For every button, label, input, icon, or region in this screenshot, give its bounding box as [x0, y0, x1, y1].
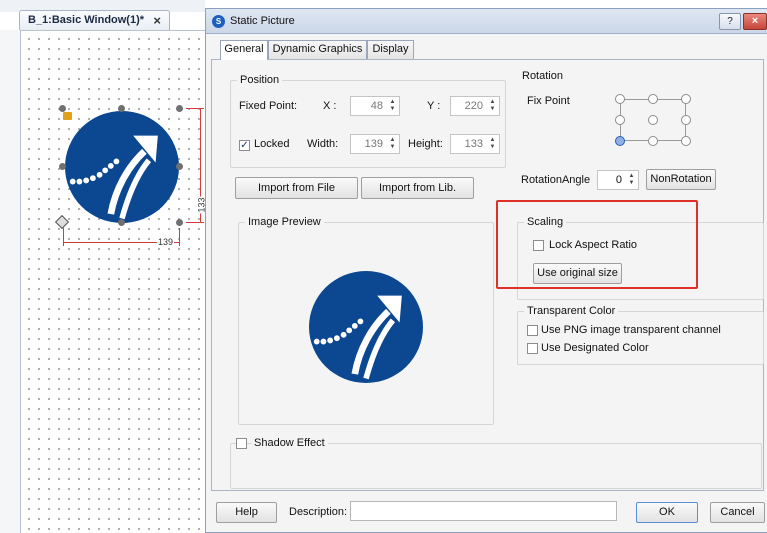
- spin-arrows-icon[interactable]: ▲ ▼: [488, 137, 497, 151]
- rotation-angle-value: 0: [615, 174, 622, 186]
- lock-icon: [63, 112, 72, 120]
- fix-point-label: Fix Point: [527, 95, 570, 107]
- resize-handle-n[interactable]: [118, 105, 125, 112]
- shadow-effect-group: Shadow Effect: [230, 437, 762, 489]
- image-preview-title: Image Preview: [245, 216, 324, 228]
- width-value: 139: [364, 138, 383, 150]
- tab-dynamic-graphics[interactable]: Dynamic Graphics: [268, 40, 367, 59]
- editor-tab-label: B_1:Basic Window(1)*: [28, 14, 145, 26]
- dialog-title: Static Picture: [230, 15, 295, 27]
- spin-arrows-icon[interactable]: ▲ ▼: [488, 99, 497, 113]
- height-dimension-tick-bottom: [186, 222, 204, 223]
- description-input[interactable]: [350, 501, 617, 521]
- rotation-group-title: Rotation: [519, 70, 566, 82]
- tab-display[interactable]: Display: [367, 40, 414, 59]
- rotation-angle-input[interactable]: 0 ▲ ▼: [597, 170, 639, 190]
- spin-arrows-icon[interactable]: ▲ ▼: [388, 99, 397, 113]
- fix-point-w[interactable]: [615, 115, 625, 125]
- resize-handle-se[interactable]: [176, 219, 183, 226]
- fixed-point-label: Fixed Point:: [239, 100, 298, 112]
- tab-general[interactable]: General: [220, 40, 268, 60]
- width-dimension-tick-left: [63, 228, 64, 246]
- fix-point-n[interactable]: [648, 94, 658, 104]
- general-tab-panel: Position Fixed Point: X : 48 ▲ ▼ Y : 220 …: [211, 59, 764, 491]
- transparent-color-title: Transparent Color: [524, 305, 619, 317]
- logo-arrow-icon: [69, 135, 158, 220]
- x-value: 48: [370, 100, 383, 112]
- fix-point-center[interactable]: [648, 115, 658, 125]
- shadow-effect-checkbox[interactable]: [236, 438, 247, 449]
- close-title-button[interactable]: ×: [743, 13, 767, 30]
- editor-area: B_1:Basic Window(1)* × 139 133: [0, 0, 207, 533]
- width-dimension-tick-right: [179, 228, 180, 246]
- position-group-title: Position: [237, 74, 283, 86]
- fix-point-sw-selected[interactable]: [615, 136, 625, 146]
- editor-ruler: [0, 30, 20, 533]
- description-label: Description:: [289, 506, 348, 518]
- rotation-group: Rotation Fix Point RotationAngle 0 ▲ ▼ No…: [515, 70, 759, 194]
- height-label: Height:: [408, 138, 443, 150]
- width-input[interactable]: 139 ▲ ▼: [350, 134, 400, 154]
- resize-handle-w[interactable]: [59, 163, 66, 170]
- help-button[interactable]: Help: [216, 502, 277, 523]
- logo-arrow-icon: [313, 295, 402, 380]
- fix-point-se[interactable]: [681, 136, 691, 146]
- lock-aspect-ratio-label: Lock Aspect Ratio: [549, 239, 638, 251]
- image-preview-group: Image Preview: [238, 216, 494, 425]
- locked-label: Locked: [254, 138, 290, 150]
- use-original-size-button[interactable]: Use original size: [533, 263, 622, 284]
- dialog-titlebar[interactable]: S Static Picture ? ×: [206, 9, 767, 34]
- fix-point-nw[interactable]: [615, 94, 625, 104]
- import-from-lib-button[interactable]: Import from Lib.: [361, 177, 474, 199]
- png-channel-checkbox[interactable]: [527, 325, 538, 336]
- resize-handle-s[interactable]: [118, 219, 125, 226]
- height-value: 133: [464, 138, 483, 150]
- cancel-button[interactable]: Cancel: [710, 502, 765, 523]
- x-input[interactable]: 48 ▲ ▼: [350, 96, 400, 116]
- y-input[interactable]: 220 ▲ ▼: [450, 96, 500, 116]
- width-dimension-label: 139: [157, 237, 175, 247]
- static-picture-dialog: S Static Picture ? × General Dynamic Gra…: [205, 8, 767, 533]
- fix-point-s[interactable]: [648, 136, 658, 146]
- fix-point-e[interactable]: [681, 115, 691, 125]
- position-group: Position Fixed Point: X : 48 ▲ ▼ Y : 220 …: [230, 74, 506, 168]
- designated-color-checkbox[interactable]: [527, 343, 538, 354]
- y-value: 220: [464, 100, 483, 112]
- nonrotation-button[interactable]: NonRotation: [646, 169, 716, 190]
- scaling-group-title: Scaling: [524, 216, 567, 228]
- fix-point-grid[interactable]: [611, 94, 693, 156]
- spin-arrows-icon[interactable]: ▲ ▼: [388, 137, 397, 151]
- shadow-effect-label: Shadow Effect: [251, 437, 328, 449]
- y-label: Y :: [427, 100, 441, 112]
- help-title-button[interactable]: ?: [719, 13, 741, 30]
- editor-logo-image[interactable]: [65, 111, 179, 223]
- scaling-group: Scaling Lock Aspect Ratio Use original s…: [517, 216, 764, 300]
- editor-window-tab[interactable]: B_1:Basic Window(1)* ×: [19, 10, 170, 30]
- close-icon[interactable]: ×: [153, 13, 161, 28]
- lock-aspect-ratio-checkbox[interactable]: [533, 240, 544, 251]
- spin-arrows-icon[interactable]: ▲ ▼: [627, 173, 636, 187]
- x-label: X :: [323, 100, 337, 112]
- transparent-color-group: Transparent Color Use PNG image transpar…: [517, 305, 764, 365]
- height-input[interactable]: 133 ▲ ▼: [450, 134, 500, 154]
- ok-button[interactable]: OK: [636, 502, 698, 523]
- resize-handle-ne[interactable]: [176, 105, 183, 112]
- width-label: Width:: [307, 138, 339, 150]
- app-icon: S: [212, 15, 225, 28]
- png-channel-label: Use PNG image transparent channel: [541, 324, 721, 336]
- rotation-angle-label: RotationAngle: [521, 174, 591, 186]
- resize-handle-nw[interactable]: [59, 105, 66, 112]
- preview-logo-image: [309, 271, 423, 383]
- height-dimension-tick-top: [186, 108, 204, 109]
- import-from-file-button[interactable]: Import from File: [235, 177, 358, 199]
- resize-handle-e[interactable]: [176, 163, 183, 170]
- fix-point-ne[interactable]: [681, 94, 691, 104]
- designated-color-label: Use Designated Color: [541, 342, 649, 354]
- locked-checkbox[interactable]: ✓: [239, 140, 250, 151]
